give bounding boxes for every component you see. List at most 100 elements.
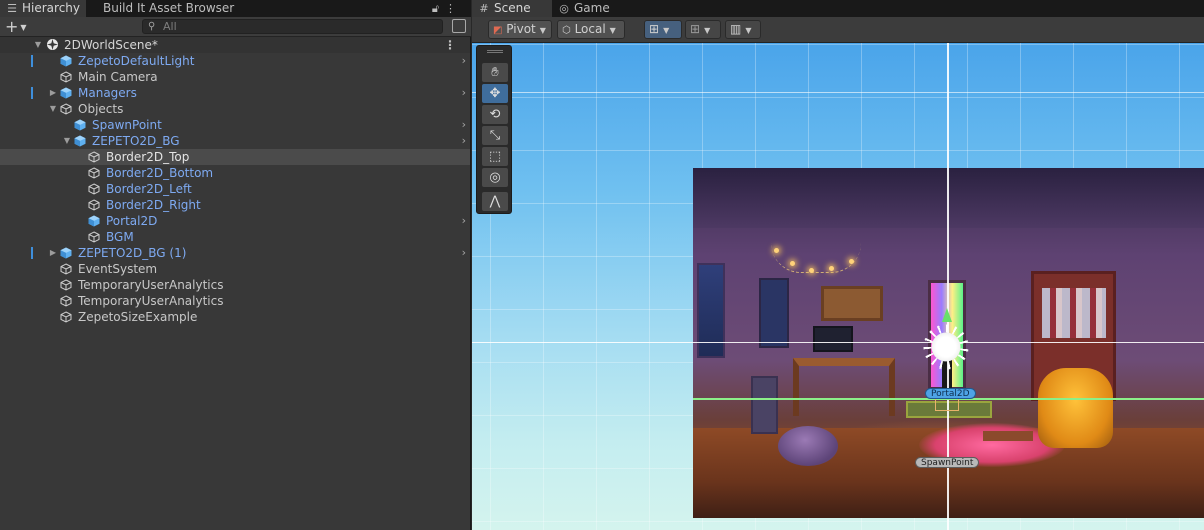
hierarchy-item[interactable]: SpawnPoint › xyxy=(0,117,470,133)
hierarchy-item[interactable]: Border2D_Bottom xyxy=(0,165,470,181)
hierarchy-rows: ZepetoDefaultLight › Main Camera ▶ Managers ›… xyxy=(0,53,470,325)
hierarchy-item[interactable]: Border2D_Right xyxy=(0,197,470,213)
grid-snap-toggle[interactable]: ⊞ ▼ xyxy=(644,20,682,39)
hierarchy-item[interactable]: ZepetoSizeExample xyxy=(0,309,470,325)
gameobject-cube-icon xyxy=(88,151,100,163)
hierarchy-item[interactable]: ▶ Managers › xyxy=(0,85,470,101)
local-dropdown[interactable]: ⬡ Local ▼ xyxy=(557,20,625,39)
unity-scene-icon xyxy=(46,38,58,50)
transform-tool-button[interactable]: ◎ xyxy=(482,168,508,187)
kebab-menu-icon[interactable]: ⋮ xyxy=(445,2,462,15)
chevron-down-icon: ▼ xyxy=(20,22,27,32)
scene-viewport[interactable]: Portal2D SpawnPoint ✋︎ ✥ ⟲ ⤡ ⬚ ◎ ⋀ xyxy=(472,43,1204,530)
spawn-point-label[interactable]: SpawnPoint xyxy=(915,457,980,468)
path-icon: ⋀ xyxy=(489,194,501,209)
hierarchy-item[interactable]: Main Camera xyxy=(0,69,470,85)
collapse-arrow-icon[interactable]: ▶ xyxy=(48,85,58,101)
move-tool-button[interactable]: ✥ xyxy=(482,84,508,103)
chevron-right-icon[interactable]: › xyxy=(462,213,466,229)
prefab-cube-icon xyxy=(74,135,86,147)
hierarchy-item[interactable]: TemporaryUserAnalytics xyxy=(0,293,470,309)
portal-label[interactable]: Portal2D xyxy=(925,388,976,399)
collapse-arrow-icon[interactable]: ▶ xyxy=(48,245,58,261)
transform-icon: ◎ xyxy=(489,170,501,185)
increment-snap-toggle[interactable]: ▥ ▼ xyxy=(725,20,761,39)
expand-arrow-icon[interactable]: ▼ xyxy=(62,133,72,149)
scene-row[interactable]: ▼ 2DWorldScene* ⋮ xyxy=(0,37,470,53)
expand-arrow-icon[interactable]: ▼ xyxy=(33,37,43,53)
hand-tool-button[interactable]: ✋︎ xyxy=(482,63,508,82)
ruler-icon: ▥ xyxy=(730,22,742,36)
chevron-right-icon[interactable]: › xyxy=(462,53,466,69)
selection-box[interactable] xyxy=(935,398,959,411)
hierarchy-item-label: EventSystem xyxy=(78,262,158,276)
grid-visibility-toggle[interactable]: ⊞ ▼ xyxy=(685,20,721,39)
hierarchy-item-label: BGM xyxy=(106,230,134,244)
hash-icon: # xyxy=(479,2,489,15)
gameobject-cube-icon xyxy=(60,295,72,307)
tab-scene[interactable]: # Scene xyxy=(472,0,552,17)
hierarchy-item[interactable]: EventSystem xyxy=(0,261,470,277)
hierarchy-item[interactable]: ▼ ZEPETO2D_BG › xyxy=(0,133,470,149)
hierarchy-item[interactable]: ▶ ZEPETO2D_BG (1) › xyxy=(0,245,470,261)
grid-icon: ⊞ xyxy=(690,22,701,36)
gameobject-cube-icon xyxy=(88,183,100,195)
hierarchy-item[interactable]: Border2D_Top xyxy=(0,149,470,165)
chevron-right-icon[interactable]: › xyxy=(462,85,466,101)
chevron-right-icon[interactable]: › xyxy=(462,133,466,149)
hierarchy-item-label: TemporaryUserAnalytics xyxy=(78,294,224,308)
hierarchy-item[interactable]: BGM xyxy=(0,229,470,245)
search-icon: ⚲ xyxy=(148,21,156,32)
prefab-cube-icon xyxy=(88,215,100,227)
rect-tool-button[interactable]: ⬚ xyxy=(482,147,508,166)
pivot-dropdown[interactable]: ◩ Pivot ▼ xyxy=(488,20,552,39)
grip-icon[interactable] xyxy=(487,50,503,53)
gameobject-cube-icon xyxy=(60,279,72,291)
gameobject-cube-icon xyxy=(60,71,72,83)
grid-axis-line xyxy=(472,92,1204,93)
hierarchy-item[interactable]: Portal2D › xyxy=(0,213,470,229)
hierarchy-item[interactable]: Border2D_Left xyxy=(0,181,470,197)
gameobject-cube-icon xyxy=(60,103,72,115)
chevron-down-icon: ▼ xyxy=(663,26,670,35)
scale-tool-button[interactable]: ⤡ xyxy=(482,126,508,145)
hand-icon: ✋︎ xyxy=(491,65,499,80)
chevron-right-icon[interactable]: › xyxy=(462,117,466,133)
tool-rail: ✋︎ ✥ ⟲ ⤡ ⬚ ◎ ⋀ xyxy=(476,45,512,214)
tab-build-it-asset-browser[interactable]: Build It Asset Browser xyxy=(97,0,240,17)
hierarchy-panel: ☰ Hierarchy Build It Asset Browser 🔓︎⋮ + ▼… xyxy=(0,0,471,530)
hierarchy-item[interactable]: ▼ Objects xyxy=(0,101,470,117)
search-input[interactable]: ⚲ All xyxy=(142,19,443,34)
hierarchy-item[interactable]: TemporaryUserAnalytics xyxy=(0,277,470,293)
scene-menu-icon[interactable]: ⋮ xyxy=(444,37,456,53)
chevron-down-icon: ▼ xyxy=(609,26,616,35)
rect-icon: ⬚ xyxy=(488,149,502,164)
hierarchy-item[interactable]: ZepetoDefaultLight › xyxy=(0,53,470,69)
hierarchy-item-label: Main Camera xyxy=(78,70,158,84)
hierarchy-item-label: ZEPETO2D_BG xyxy=(92,134,180,148)
tab-game[interactable]: ◎ Game xyxy=(552,0,616,17)
override-marker xyxy=(31,87,33,99)
move-gizmo-y-arrow[interactable] xyxy=(942,308,952,322)
rotate-tool-button[interactable]: ⟲ xyxy=(482,105,508,124)
prefab-cube-icon xyxy=(74,119,86,131)
light-gizmo-icon[interactable] xyxy=(926,327,966,367)
lock-icon[interactable]: 🔓︎ xyxy=(432,2,445,15)
pivot-icon: ◩ xyxy=(493,25,503,36)
scene-visibility-button[interactable] xyxy=(452,19,466,33)
expand-arrow-icon[interactable]: ▼ xyxy=(48,101,58,117)
chevron-down-icon: ▼ xyxy=(704,26,711,35)
hierarchy-item-label: ZepetoDefaultLight xyxy=(78,54,195,68)
grid-snap-icon: ⊞ xyxy=(649,22,660,36)
move-icon: ✥ xyxy=(489,86,501,101)
camera-axis-horizontal xyxy=(472,342,1204,343)
tab-hierarchy[interactable]: ☰ Hierarchy xyxy=(0,0,86,17)
add-object-button[interactable]: + ▼ xyxy=(5,19,27,35)
override-marker xyxy=(31,55,33,67)
hierarchy-tabbar: ☰ Hierarchy Build It Asset Browser 🔓︎⋮ xyxy=(0,0,470,17)
custom-tool-button[interactable]: ⋀ xyxy=(482,192,508,211)
hierarchy-item-label: ZepetoSizeExample xyxy=(78,310,198,324)
chevron-right-icon[interactable]: › xyxy=(462,245,466,261)
chevron-down-icon: ▼ xyxy=(539,26,546,35)
hierarchy-item-label: Border2D_Top xyxy=(106,150,190,164)
